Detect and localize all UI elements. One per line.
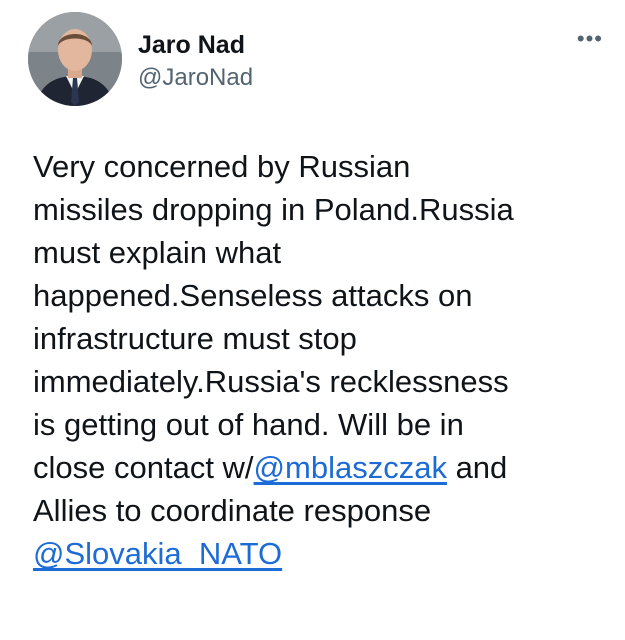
tweet-line: immediately.Russia's recklessness <box>33 364 509 399</box>
author-block: Jaro Nad @JaroNad <box>138 30 253 93</box>
tweet-line: must explain what <box>33 235 282 270</box>
mention-link-slovakia-nato[interactable]: @Slovakia_NATO <box>33 536 282 571</box>
tweet-line: @Slovakia_NATO <box>33 532 603 575</box>
tweet-line-suffix: and <box>446 450 508 485</box>
tweet-line: Allies to coordinate response <box>33 493 432 528</box>
tweet-line: missiles dropping in Poland.Russia <box>33 192 514 227</box>
tweet-line: happened.Senseless attacks on <box>33 278 473 313</box>
tweet-card: Jaro Nad @JaroNad ••• Very concerned by … <box>0 0 625 640</box>
tweet-line: infrastructure must stop <box>33 321 357 356</box>
tweet-line: is getting out of hand. Will be in <box>33 407 464 442</box>
mention-link-mblaszczak[interactable]: @mblaszczak <box>254 450 447 485</box>
tweet-line-prefix: close contact w/ <box>33 450 254 485</box>
tweet-line: close contact w/@mblaszczak and <box>33 446 603 489</box>
avatar[interactable] <box>28 12 122 106</box>
more-horizontal-icon[interactable]: ••• <box>577 28 603 50</box>
tweet-text: Very concerned by Russian missiles dropp… <box>33 145 603 575</box>
profile-photo <box>28 12 122 106</box>
author-name[interactable]: Jaro Nad <box>138 30 253 60</box>
tweet-line: Very concerned by Russian <box>33 149 411 184</box>
author-handle[interactable]: @JaroNad <box>138 63 253 93</box>
